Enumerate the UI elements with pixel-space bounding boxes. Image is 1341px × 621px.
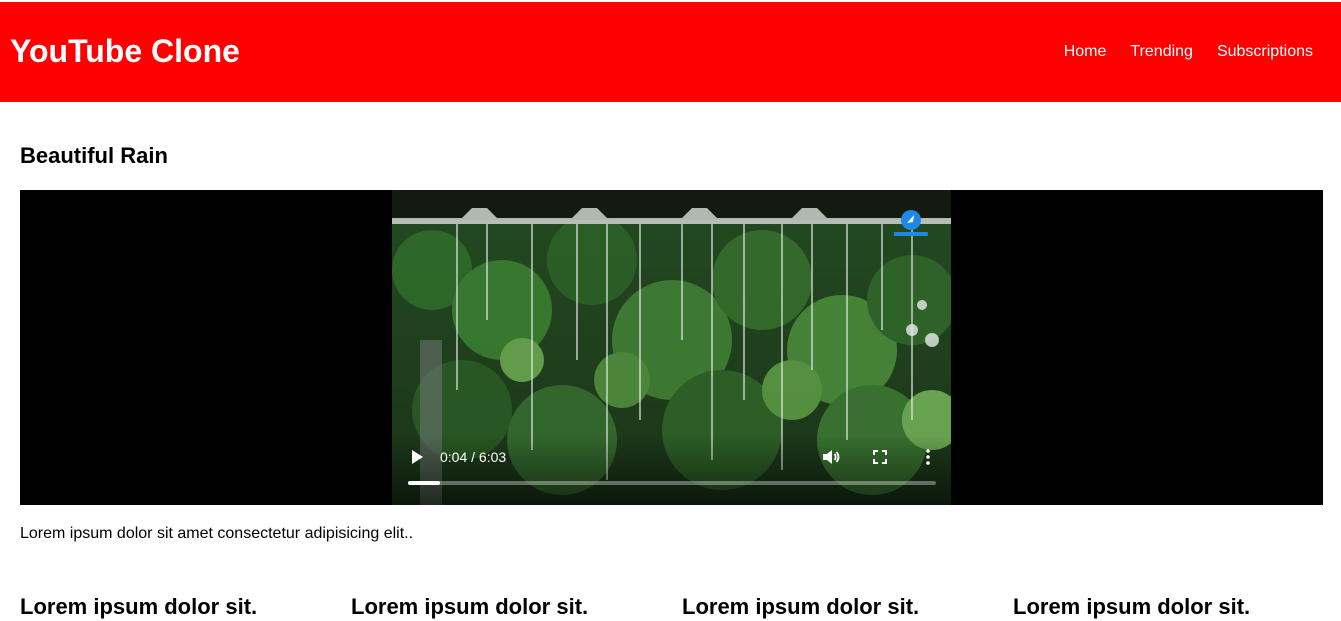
video-frame[interactable]: 0:04 / 6:03	[392, 190, 951, 505]
video-player[interactable]: 0:04 / 6:03	[20, 190, 1323, 505]
channel-logo-icon	[894, 210, 928, 236]
time-display: 0:04 / 6:03	[440, 449, 507, 465]
card-title[interactable]: Lorem ipsum dolor sit.	[1013, 593, 1250, 621]
nav-home-link[interactable]: Home	[1064, 41, 1107, 63]
more-options-icon[interactable]	[918, 447, 938, 467]
video-title: Beautiful Rain	[20, 143, 168, 168]
play-icon[interactable]	[408, 448, 426, 466]
main-nav: Home Trending Subscriptions	[1064, 41, 1313, 63]
nav-trending-link[interactable]: Trending	[1130, 41, 1193, 63]
progress-fill	[408, 481, 440, 485]
progress-bar[interactable]	[408, 481, 936, 485]
nav-subscriptions-link[interactable]: Subscriptions	[1217, 41, 1313, 63]
video-description: Lorem ipsum dolor sit amet consectetur a…	[20, 525, 414, 542]
site-header: YouTube Clone Home Trending Subscription…	[0, 2, 1341, 102]
volume-icon[interactable]	[821, 447, 841, 467]
card-title[interactable]: Lorem ipsum dolor sit.	[20, 593, 257, 621]
controls-overlay	[392, 435, 951, 505]
card-title[interactable]: Lorem ipsum dolor sit.	[682, 593, 919, 621]
fullscreen-icon[interactable]	[870, 447, 890, 467]
card-title[interactable]: Lorem ipsum dolor sit.	[351, 593, 588, 621]
site-logo[interactable]: YouTube Clone	[10, 32, 240, 70]
